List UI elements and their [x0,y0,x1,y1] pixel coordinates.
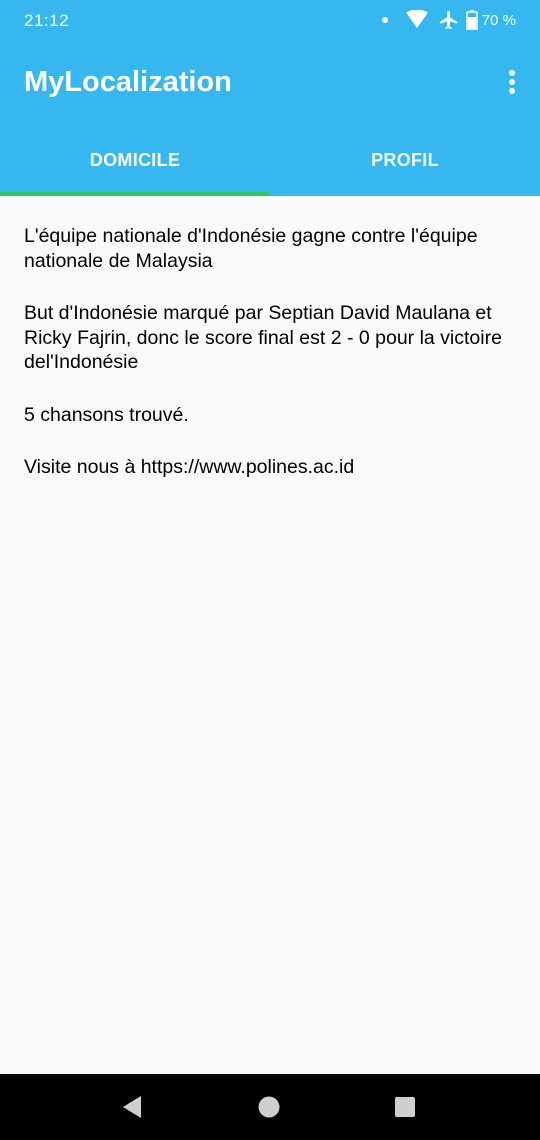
visit-link-text: Visite nous à https://www.polines.ac.id [24,456,355,478]
news-headline: L'équipe nationale d'Indonésie gagne con… [24,225,478,272]
overflow-dot [509,88,515,94]
overflow-dot [509,79,515,85]
status-bar: 21:12 70 % [0,0,540,40]
notification-dot-icon [381,17,388,23]
home-content: L'équipe nationale d'Indonésie gagne con… [24,224,516,508]
battery-icon [466,10,478,30]
overflow-menu-icon[interactable] [500,64,524,100]
tab-bar: DOMICILE PROFIL [0,124,540,196]
wifi-icon [404,10,430,30]
app-title: MyLocalization [24,66,232,98]
recents-icon[interactable] [390,1092,420,1122]
tab-indicator [0,192,270,196]
status-icons: 70 % [381,8,516,32]
news-detail: But d'Indonésie marqué par Septian David… [24,302,502,373]
home-icon[interactable] [254,1092,284,1122]
status-time: 21:12 [24,11,70,30]
airplane-mode-icon [438,9,460,31]
tab-profil[interactable]: PROFIL [270,124,540,196]
overflow-dot [509,70,515,76]
back-icon[interactable] [118,1092,148,1122]
tab-domicile[interactable]: DOMICILE [0,124,270,196]
battery-percentage: 70 % [481,11,516,29]
app-bar: 21:12 70 % MyLocalization DOMICILE PROFI… [0,0,540,196]
system-navigation-bar [0,1074,540,1140]
songs-found-text: 5 chansons trouvé. [24,403,189,426]
